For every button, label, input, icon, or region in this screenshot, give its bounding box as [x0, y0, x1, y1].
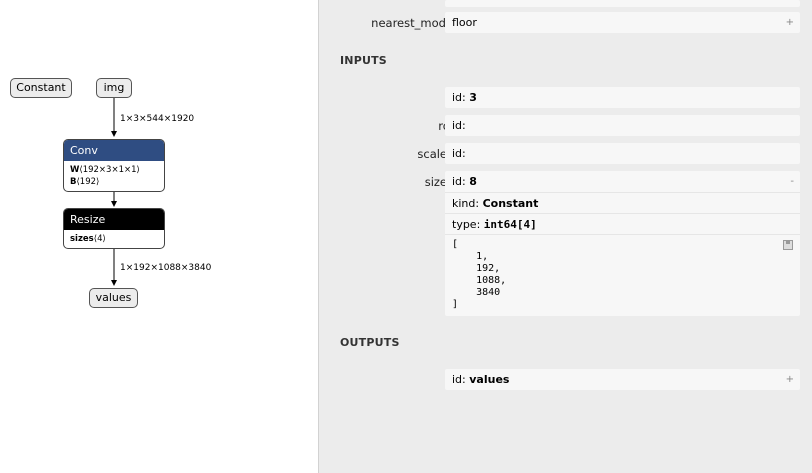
- input-x-box[interactable]: id: 3: [445, 87, 800, 108]
- output-y-id-label: id:: [452, 373, 466, 386]
- properties-sidebar[interactable]: nearest_mode floor + INPUTS X id: 3 roi …: [318, 0, 812, 473]
- conv-attr-b: B⟨192⟩: [70, 177, 100, 187]
- inputs-section-title: INPUTS: [340, 54, 387, 67]
- input-x-id-label: id:: [452, 91, 466, 104]
- conv-attr-w: W⟨192×3×1×1⟩: [70, 165, 140, 175]
- input-x-id-value: 3: [469, 91, 477, 104]
- save-icon[interactable]: [783, 240, 793, 250]
- input-sizes-kind-label: kind:: [452, 197, 480, 210]
- input-sizes-kind-value: Constant: [482, 197, 539, 210]
- input-scales-id-label: id:: [452, 147, 466, 160]
- edge-label-resize-values: 1×192×1088×3840: [120, 263, 212, 273]
- conv-node-title: Conv: [64, 140, 164, 161]
- edge-label-img-conv: 1×3×544×1920: [120, 114, 195, 124]
- output-y-box[interactable]: id: values +: [445, 369, 800, 390]
- output-y-id-value: values: [469, 373, 510, 386]
- input-roi-box[interactable]: id:: [445, 115, 800, 136]
- constant-node[interactable]: Constant: [10, 78, 72, 98]
- conv-node[interactable]: Conv W⟨192×3×1×1⟩ B⟨192⟩: [63, 139, 165, 192]
- graph-canvas[interactable]: Constant img 1×3×544×1920 Conv W⟨192×3×1…: [0, 0, 318, 473]
- expand-icon[interactable]: +: [786, 12, 794, 33]
- input-sizes-tensor-value: [ 1, 192, 1088, 3840 ]: [445, 234, 800, 316]
- tensor-text: [ 1, 192, 1088, 3840 ]: [452, 239, 507, 310]
- input-sizes-type-value: int64[4]: [483, 218, 537, 231]
- input-scales-box[interactable]: id:: [445, 143, 800, 164]
- attribute-nearest-mode-name: nearest_mode: [371, 16, 453, 30]
- attribute-nearest-mode-value: floor: [452, 16, 477, 29]
- resize-attr-sizes: sizes⟨4⟩: [70, 234, 106, 244]
- outputs-section-title: OUTPUTS: [340, 336, 400, 349]
- input-sizes-id-value: 8: [469, 175, 477, 188]
- collapse-icon[interactable]: -: [790, 171, 794, 192]
- previous-attribute-box: [445, 0, 800, 7]
- input-sizes-box[interactable]: id: 8 - kind: Constant type: int64[4] [ …: [445, 171, 800, 316]
- values-output-node[interactable]: values: [89, 288, 138, 308]
- input-sizes-type-label: type:: [452, 218, 481, 231]
- expand-icon[interactable]: +: [786, 369, 794, 390]
- input-roi-id-label: id:: [452, 119, 466, 132]
- resize-node-title: Resize: [64, 209, 164, 230]
- img-input-node[interactable]: img: [96, 78, 132, 98]
- input-sizes-id-label: id:: [452, 175, 466, 188]
- attribute-nearest-mode-box[interactable]: floor +: [445, 12, 800, 33]
- resize-node[interactable]: Resize sizes⟨4⟩: [63, 208, 165, 249]
